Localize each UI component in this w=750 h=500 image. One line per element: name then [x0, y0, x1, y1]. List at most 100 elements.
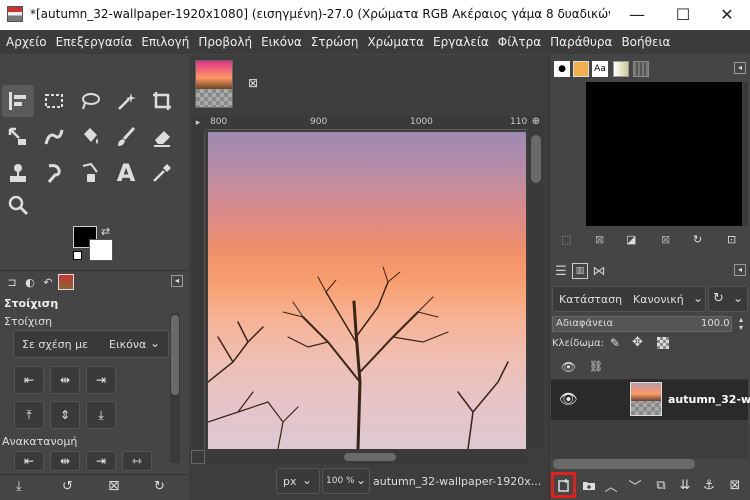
zoom-icon[interactable] [2, 189, 34, 221]
paths-tab-icon[interactable]: ⋈ [591, 263, 607, 279]
device-status-tab-icon[interactable]: ◐ [22, 274, 38, 290]
unified-transform-icon[interactable] [2, 121, 34, 153]
brush-delete-icon[interactable]: ⊠ [661, 233, 670, 246]
brushes-tab-icon[interactable]: ● [554, 61, 570, 77]
undo-history-tab-icon[interactable]: ↶ [40, 274, 56, 290]
close-button[interactable]: ✕ [704, 0, 750, 30]
fonts-tab-icon[interactable]: Aa [592, 61, 608, 77]
image-tab-close-icon[interactable]: ⊠ [248, 76, 258, 90]
new-layer-group-button[interactable] [578, 475, 600, 495]
layer-name[interactable]: autumn_32-w [668, 393, 750, 406]
delete-layer-icon[interactable]: ⊠ [724, 475, 746, 495]
align-bottom-button[interactable]: ⤓ [86, 401, 116, 429]
new-layer-button[interactable] [551, 472, 576, 498]
eye-icon[interactable]: 👁 [559, 390, 578, 408]
images-tab-icon[interactable] [58, 274, 74, 290]
warp-transform-icon[interactable] [38, 121, 70, 153]
brush-scrollbar[interactable] [742, 82, 748, 226]
menu-layer[interactable]: Στρώση [311, 35, 359, 49]
layers-horizontal-scrollbar[interactable] [553, 459, 695, 469]
align-right-button[interactable]: ⇥ [86, 366, 116, 394]
layers-tab-icon[interactable]: ☰ [553, 263, 569, 279]
align-vcenter-button[interactable]: ⇕ [50, 401, 80, 429]
brush-open-icon[interactable]: ⊡ [727, 233, 736, 246]
dock-menu-icon[interactable]: ◂ [734, 62, 746, 74]
anchor-layer-icon[interactable]: ⚓ [698, 475, 720, 495]
layer-mode-dropdown[interactable]: Κατάσταση Κανονική ⌄ [552, 286, 706, 312]
bucket-fill-icon[interactable] [74, 121, 106, 153]
rect-select-icon[interactable] [38, 85, 70, 117]
image-canvas[interactable] [208, 132, 526, 449]
menu-view[interactable]: Προβολή [198, 35, 252, 49]
brush-new-icon[interactable]: ⊠ [595, 233, 604, 246]
lower-layer-icon[interactable]: ﹀ [624, 475, 646, 495]
menu-file[interactable]: Αρχείο [6, 35, 47, 49]
menu-filters[interactable]: Φίλτρα [498, 35, 541, 49]
patterns-tab-icon[interactable] [573, 61, 589, 77]
distribute-horizontal-button[interactable]: ⇿ [122, 451, 152, 471]
menu-select[interactable]: Επιλογή [141, 35, 189, 49]
align-top-button[interactable]: ⤒ [14, 401, 44, 429]
brush-edit-icon[interactable]: ⬚ [561, 233, 571, 246]
opacity-spinner[interactable]: ▴ ▾ [735, 316, 747, 332]
distribute-left-button[interactable]: ⇤ [14, 451, 44, 471]
menu-image[interactable]: Εικόνα [261, 35, 302, 49]
opacity-slider[interactable]: Αδιαφάνεια 100.0 [552, 316, 732, 332]
lock-pixels-icon[interactable]: ✎ [610, 336, 620, 350]
channels-tab-icon[interactable]: ▥ [572, 263, 588, 279]
options-scrollbar[interactable] [170, 313, 180, 463]
lock-alpha-icon[interactable] [657, 337, 669, 349]
duplicate-layer-icon[interactable]: ⧉ [650, 475, 672, 495]
brush-refresh-icon[interactable]: ↻ [693, 233, 702, 246]
save-options-icon[interactable]: ⤓ [16, 479, 22, 494]
restore-options-icon[interactable]: ↺ [62, 479, 73, 494]
background-color-swatch[interactable] [89, 239, 113, 261]
menu-colors[interactable]: Χρώματα [367, 35, 424, 49]
text-tool-icon[interactable]: A [110, 157, 142, 189]
align-hcenter-button[interactable]: ⇹ [50, 366, 80, 394]
default-colors-icon[interactable] [73, 251, 82, 260]
maximize-button[interactable]: ☐ [660, 0, 706, 30]
unit-dropdown[interactable]: px ⌄ [276, 468, 320, 494]
reset-options-icon[interactable]: ↻ [154, 479, 165, 494]
minimize-button[interactable]: — [614, 0, 660, 30]
zoom-image-icon[interactable]: ⊕ [528, 116, 544, 130]
menu-edit[interactable]: Επεξεργασία [56, 35, 133, 49]
lasso-select-icon[interactable] [74, 85, 106, 117]
delete-options-icon[interactable]: ⊠ [108, 478, 120, 494]
tool-options-tab-icon[interactable]: ⊐ [4, 274, 20, 290]
path-icon[interactable] [74, 157, 106, 189]
align-tool-icon[interactable] [2, 85, 34, 117]
palettes-tab-icon[interactable] [633, 61, 649, 77]
menu-help[interactable]: Βοήθεια [621, 35, 670, 49]
merge-layer-icon[interactable]: ⇊ [674, 475, 696, 495]
brush-preview-area[interactable] [586, 82, 742, 226]
horizontal-scrollbar[interactable] [206, 450, 528, 464]
brush-duplicate-icon[interactable]: ◪ [626, 233, 636, 246]
distribute-hcenter-button[interactable]: ⇹ [50, 451, 80, 471]
zoom-dropdown[interactable]: 100 % ⌄ [322, 468, 370, 494]
paintbrush-icon[interactable] [110, 121, 142, 153]
quickmask-icon[interactable]: ▸ [191, 116, 205, 130]
vertical-scrollbar[interactable] [528, 131, 544, 449]
lock-position-icon[interactable]: ✥ [632, 335, 643, 350]
smudge-icon[interactable] [38, 157, 70, 189]
layer-row[interactable]: 👁 autumn_32-w [551, 380, 750, 420]
crop-icon[interactable] [146, 85, 178, 117]
fuzzy-select-icon[interactable] [110, 85, 142, 117]
menu-windows[interactable]: Παράθυρα [550, 35, 612, 49]
gradients-tab-icon[interactable] [613, 61, 629, 77]
clone-icon[interactable] [2, 157, 34, 189]
swap-colors-icon[interactable]: ⇄ [101, 225, 110, 238]
eraser-icon[interactable] [146, 121, 178, 153]
menu-tools[interactable]: Εργαλεία [433, 35, 489, 49]
horizontal-ruler[interactable]: 800 900 1000 110 [206, 116, 528, 130]
align-left-button[interactable]: ⇤ [14, 366, 44, 394]
dock-menu-icon[interactable]: ◂ [734, 264, 746, 276]
image-tab-thumbnail[interactable] [195, 60, 233, 108]
dock-menu-icon[interactable]: ◂ [171, 275, 183, 287]
navigate-icon[interactable] [191, 450, 205, 464]
composite-mode-dropdown[interactable]: ↻ ⌄ [708, 286, 748, 312]
vertical-ruler[interactable] [191, 131, 205, 449]
distribute-right-button[interactable]: ⇥ [86, 451, 116, 471]
